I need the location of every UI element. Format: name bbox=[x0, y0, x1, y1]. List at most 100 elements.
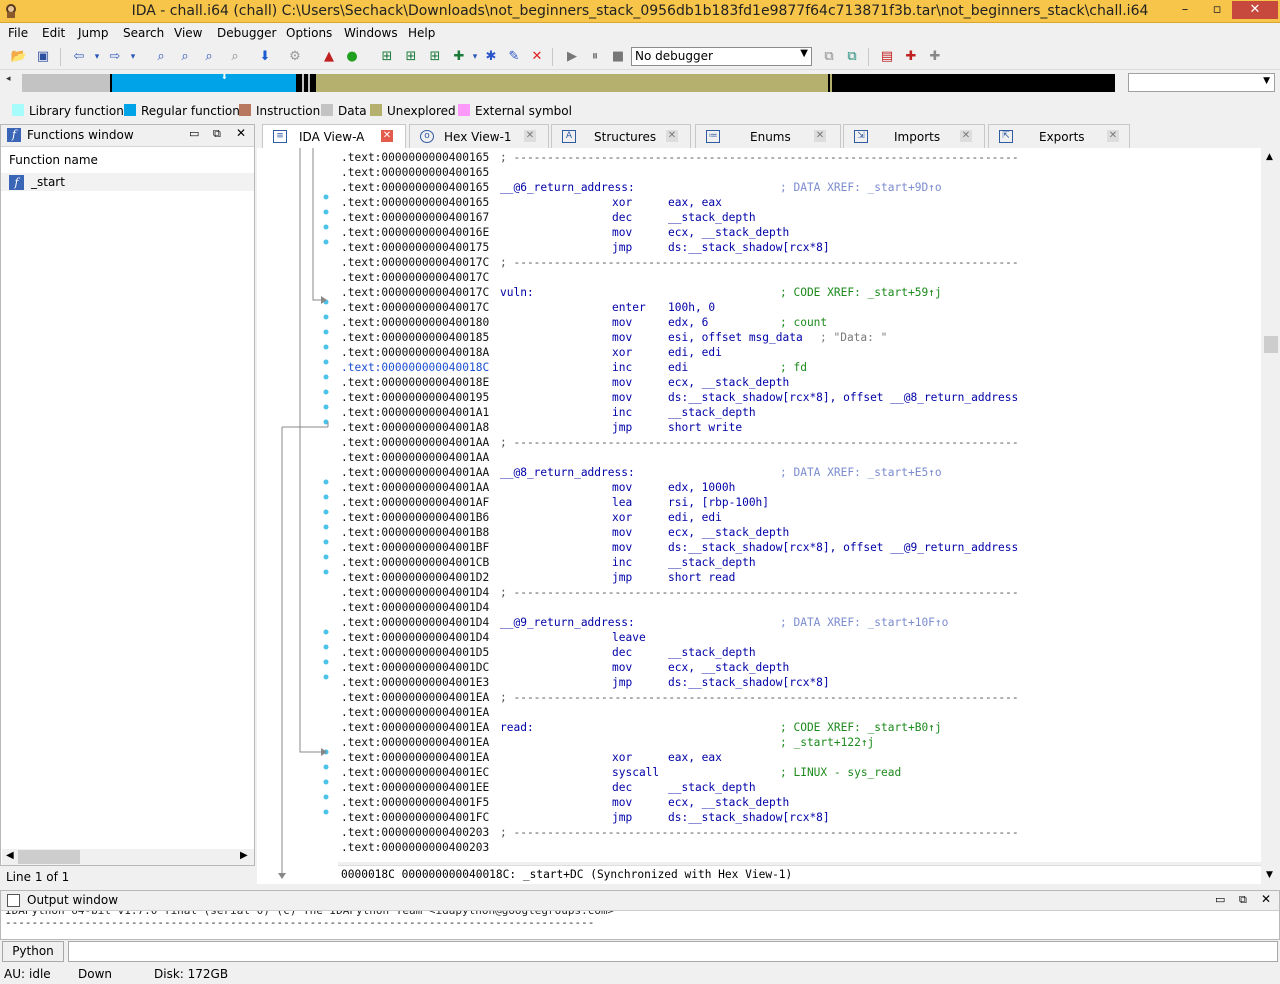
mnemonic[interactable]: dec bbox=[612, 210, 632, 225]
operands[interactable]: ecx, __stack_depth bbox=[668, 660, 789, 675]
menu-search[interactable]: Search bbox=[123, 26, 164, 40]
mnemonic[interactable]: xor bbox=[612, 195, 632, 210]
operands[interactable]: ds:__stack_shadow[rcx*8], offset __@8_re… bbox=[668, 390, 1018, 405]
operands[interactable]: short read bbox=[668, 570, 735, 585]
xref-comment[interactable]: ; CODE XREF: _start+B0↑j bbox=[780, 720, 942, 735]
address[interactable]: .text:00000000004001D4 bbox=[341, 630, 489, 645]
address[interactable]: .text:0000000000400165 bbox=[341, 180, 489, 195]
close-tab-icon[interactable]: ✕ bbox=[381, 130, 393, 142]
tab-enums[interactable]: ≔ Enums ✕ bbox=[695, 124, 841, 148]
breakpoint-list-icon[interactable]: ▤ bbox=[878, 48, 896, 66]
create-struct-icon[interactable]: ⊞ bbox=[402, 48, 420, 66]
run-icon[interactable]: ▶ bbox=[563, 48, 581, 66]
mnemonic[interactable]: dec bbox=[612, 645, 632, 660]
mnemonic[interactable]: mov bbox=[612, 390, 632, 405]
code-label[interactable]: __@8_return_address: bbox=[500, 465, 635, 480]
operands[interactable]: edi bbox=[668, 360, 688, 375]
menu-edit[interactable]: Edit bbox=[42, 26, 65, 40]
operands[interactable]: ds:__stack_shadow[rcx*8] bbox=[668, 675, 830, 690]
tab-hex-view[interactable]: o Hex View-1 ✕ bbox=[409, 124, 549, 148]
rename-icon[interactable]: ✎ bbox=[505, 48, 523, 66]
scroll-right-icon[interactable]: ▶ bbox=[240, 850, 248, 861]
xref-comment[interactable]: ; count bbox=[780, 315, 827, 330]
back-dropdown-icon[interactable]: ▾ bbox=[88, 48, 106, 66]
menu-help[interactable]: Help bbox=[408, 26, 435, 40]
address[interactable]: .text:00000000004001EA bbox=[341, 705, 489, 720]
address[interactable]: .text:00000000004001D2 bbox=[341, 570, 489, 585]
operands[interactable]: ds:__stack_shadow[rcx*8] bbox=[668, 240, 830, 255]
xref-comment[interactable]: ; _start+122↑j bbox=[780, 735, 874, 750]
scroll-left-icon[interactable]: ◀ bbox=[6, 850, 14, 861]
operands[interactable]: ecx, __stack_depth bbox=[668, 375, 789, 390]
operands[interactable]: edx, 1000h bbox=[668, 480, 735, 495]
navigation-band[interactable]: ⬇ bbox=[22, 74, 1115, 92]
address[interactable]: .text:000000000040016E bbox=[341, 225, 489, 240]
pause-icon[interactable]: ⏸ bbox=[586, 48, 604, 66]
operands[interactable]: __stack_depth bbox=[668, 780, 756, 795]
ida-view-disassembly[interactable]: .text:0000000000400165 ; ----------------… bbox=[338, 148, 1261, 862]
address[interactable]: .text:00000000004001AA bbox=[341, 435, 489, 450]
operands[interactable]: __stack_depth bbox=[668, 645, 756, 660]
address[interactable]: .text:00000000004001D4 bbox=[341, 615, 489, 630]
close-tab-icon[interactable]: ✕ bbox=[1107, 130, 1119, 142]
address[interactable]: .text:0000000000400165 bbox=[341, 150, 489, 165]
mnemonic[interactable]: inc bbox=[612, 555, 632, 570]
operands[interactable]: rsi, [rbp-100h] bbox=[668, 495, 769, 510]
close-tab-icon[interactable]: ✕ bbox=[524, 130, 536, 142]
mnemonic[interactable]: inc bbox=[612, 360, 632, 375]
create-function-icon[interactable]: ⊞ bbox=[378, 48, 396, 66]
code-label[interactable]: read: bbox=[500, 720, 534, 735]
address[interactable]: .text:00000000004001BF bbox=[341, 540, 489, 555]
address[interactable]: .text:0000000000400185 bbox=[341, 330, 489, 345]
address[interactable]: .text:000000000040018C bbox=[341, 360, 489, 375]
nav-segment-select[interactable]: ▼ bbox=[1128, 73, 1275, 92]
save-icon[interactable]: ▣ bbox=[34, 48, 52, 66]
restore-panel-icon[interactable]: ▭ bbox=[1215, 893, 1225, 906]
mnemonic[interactable]: jmp bbox=[612, 240, 632, 255]
address[interactable]: .text:00000000004001DC bbox=[341, 660, 489, 675]
search-next-icon[interactable]: ⌕ bbox=[226, 48, 244, 66]
open-icon[interactable]: 📂 bbox=[10, 48, 28, 66]
scroll-down-icon[interactable]: ▼ bbox=[1266, 870, 1273, 880]
search-sequence-icon[interactable]: ⌕ bbox=[152, 48, 170, 66]
separator-line[interactable]: ; --------------------------------------… bbox=[500, 825, 1019, 840]
create-array-icon[interactable]: ⊞ bbox=[426, 48, 444, 66]
warning-icon[interactable]: ▲ bbox=[320, 48, 338, 66]
jump-down-icon[interactable]: ⬇ bbox=[256, 48, 274, 66]
operands[interactable]: ecx, __stack_depth bbox=[668, 795, 789, 810]
mnemonic[interactable]: mov bbox=[612, 660, 632, 675]
address[interactable]: .text:000000000040017C bbox=[341, 300, 489, 315]
mnemonic[interactable]: mov bbox=[612, 525, 632, 540]
mnemonic[interactable]: mov bbox=[612, 225, 632, 240]
scroll-up-icon[interactable]: ▲ bbox=[1266, 152, 1273, 162]
separator-line[interactable]: ; --------------------------------------… bbox=[500, 150, 1019, 165]
mnemonic[interactable]: jmp bbox=[612, 570, 632, 585]
separator-line[interactable]: ; --------------------------------------… bbox=[500, 435, 1019, 450]
operands[interactable]: edi, edi bbox=[668, 345, 722, 360]
address[interactable]: .text:0000000000400167 bbox=[341, 210, 489, 225]
operands[interactable]: ecx, __stack_depth bbox=[668, 525, 789, 540]
mnemonic[interactable]: inc bbox=[612, 405, 632, 420]
address[interactable]: .text:000000000040018E bbox=[341, 375, 489, 390]
xref-comment[interactable]: ; DATA XREF: _start+9D↑o bbox=[780, 180, 942, 195]
operands[interactable]: short write bbox=[668, 420, 742, 435]
address[interactable]: .text:0000000000400180 bbox=[341, 315, 489, 330]
mnemonic[interactable]: jmp bbox=[612, 420, 632, 435]
menu-file[interactable]: File bbox=[8, 26, 28, 40]
address[interactable]: .text:0000000000400195 bbox=[341, 390, 489, 405]
code-label[interactable]: __@9_return_address: bbox=[500, 615, 635, 630]
operands[interactable]: eax, eax bbox=[668, 750, 722, 765]
disabled-tool-icon[interactable]: ⚙ bbox=[286, 48, 304, 66]
restore-panel-icon[interactable]: ▭ bbox=[189, 127, 199, 140]
tab-ida-view-a[interactable]: ≡ IDA View-A ✕ bbox=[262, 124, 406, 148]
mnemonic[interactable]: mov bbox=[612, 480, 632, 495]
close-panel-icon[interactable]: ✕ bbox=[1261, 892, 1271, 906]
xref-comment[interactable]: ; "Data: " bbox=[820, 330, 887, 345]
address[interactable]: .text:0000000000400175 bbox=[341, 240, 489, 255]
address[interactable]: .text:0000000000400203 bbox=[341, 840, 489, 855]
debugger-select[interactable]: No debugger ▼ bbox=[631, 47, 812, 66]
menu-windows[interactable]: Windows bbox=[344, 26, 398, 40]
operands[interactable]: ecx, __stack_depth bbox=[668, 225, 789, 240]
forward-dropdown-icon[interactable]: ▾ bbox=[124, 48, 142, 66]
xref-comment[interactable]: ; LINUX - sys_read bbox=[780, 765, 901, 780]
